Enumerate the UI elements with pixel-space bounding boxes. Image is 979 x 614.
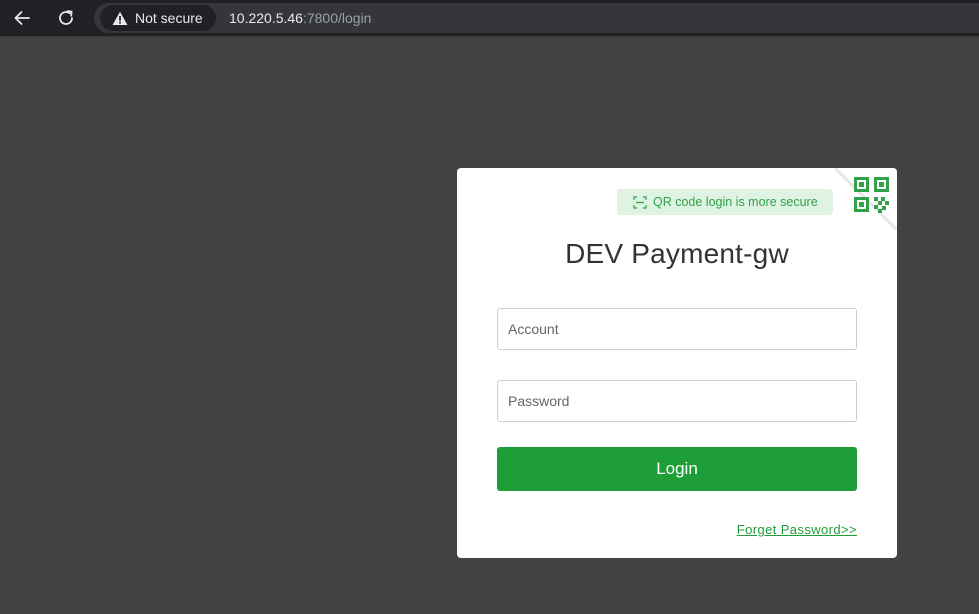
security-label: Not secure <box>135 10 203 26</box>
qr-code-icon[interactable] <box>835 168 897 230</box>
security-chip[interactable]: Not secure <box>100 5 216 31</box>
reload-button[interactable] <box>52 4 80 32</box>
login-button[interactable]: Login <box>497 447 857 491</box>
page-title: DEV Payment-gw <box>565 238 789 269</box>
address-bar[interactable]: Not secure 10.220.5.46:7800/login <box>94 3 979 33</box>
arrow-left-icon <box>14 11 30 25</box>
account-input[interactable] <box>497 308 857 350</box>
password-input[interactable] <box>497 380 857 422</box>
forget-password-link[interactable]: Forget Password>> <box>737 522 857 537</box>
qr-tip-text: QR code login is more secure <box>653 195 818 209</box>
login-card: QR code login is more secure DEV Payment… <box>457 168 897 558</box>
url-host: 10.220.5.46 <box>229 10 303 26</box>
url-text[interactable]: 10.220.5.46:7800/login <box>229 3 371 33</box>
scan-icon <box>633 195 647 209</box>
reload-icon <box>59 10 73 25</box>
url-path: :7800/login <box>302 10 372 26</box>
qr-login-tip[interactable]: QR code login is more secure <box>617 189 833 215</box>
back-button[interactable] <box>8 4 36 32</box>
warning-triangle-icon <box>112 11 128 25</box>
browser-toolbar: Not secure 10.220.5.46:7800/login <box>0 0 979 37</box>
